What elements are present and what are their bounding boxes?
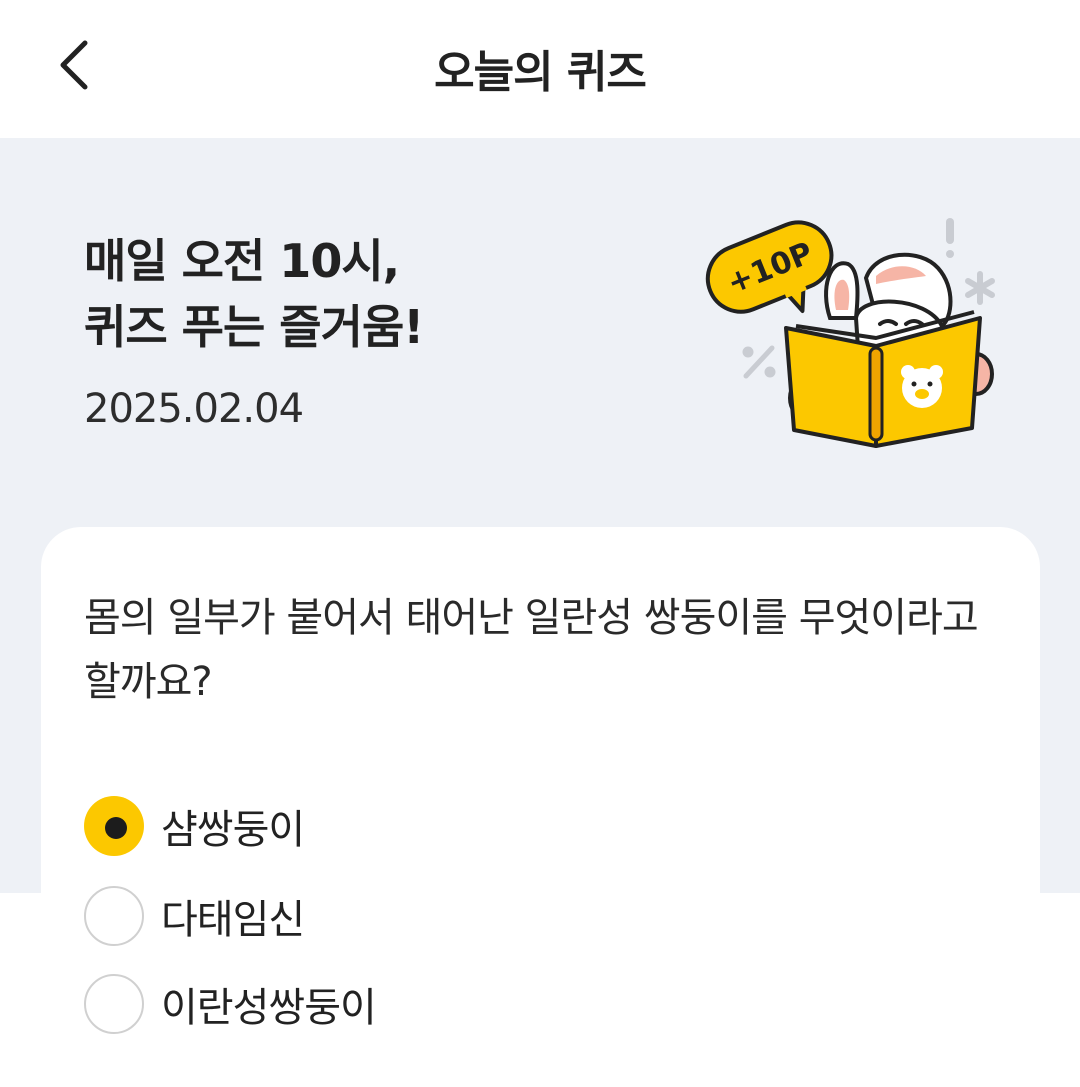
asterisk-icon <box>965 271 995 305</box>
hero-headline-line2: 퀴즈 푸는 즐거움! <box>84 300 424 354</box>
exclamation-icon <box>946 218 954 244</box>
bear-icon <box>901 365 943 408</box>
radio-button[interactable] <box>84 974 144 1034</box>
top-bar: 오늘의 퀴즈 <box>0 0 1080 138</box>
answer-option-3[interactable]: 이란성쌍둥이 <box>84 972 377 1036</box>
rabbit-reading-book-illustration: +10P <box>705 218 995 448</box>
answer-option-label: 이란성쌍둥이 <box>161 985 377 1031</box>
hero-headline: 매일 오전 10시, 퀴즈 푸는 즐거움! <box>84 228 424 360</box>
radio-button-selected[interactable] <box>84 796 144 856</box>
answer-option-label: 샴쌍둥이 <box>161 807 305 853</box>
radio-button[interactable] <box>84 886 144 946</box>
answer-option-2[interactable]: 다태임신 <box>84 884 305 948</box>
quiz-date: 2025.02.04 <box>84 386 304 432</box>
answer-option-label: 다태임신 <box>161 897 305 943</box>
percent-icon <box>742 345 776 379</box>
answer-option-1[interactable]: 샴쌍둥이 <box>84 794 305 858</box>
page-title: 오늘의 퀴즈 <box>434 47 647 98</box>
hero-headline-line1: 매일 오전 10시, <box>84 234 400 288</box>
points-badge: +10P <box>705 220 834 314</box>
quiz-question: 몸의 일부가 붙어서 태어난 일란성 쌍둥이를 무엇이라고 할까요? <box>84 595 979 705</box>
